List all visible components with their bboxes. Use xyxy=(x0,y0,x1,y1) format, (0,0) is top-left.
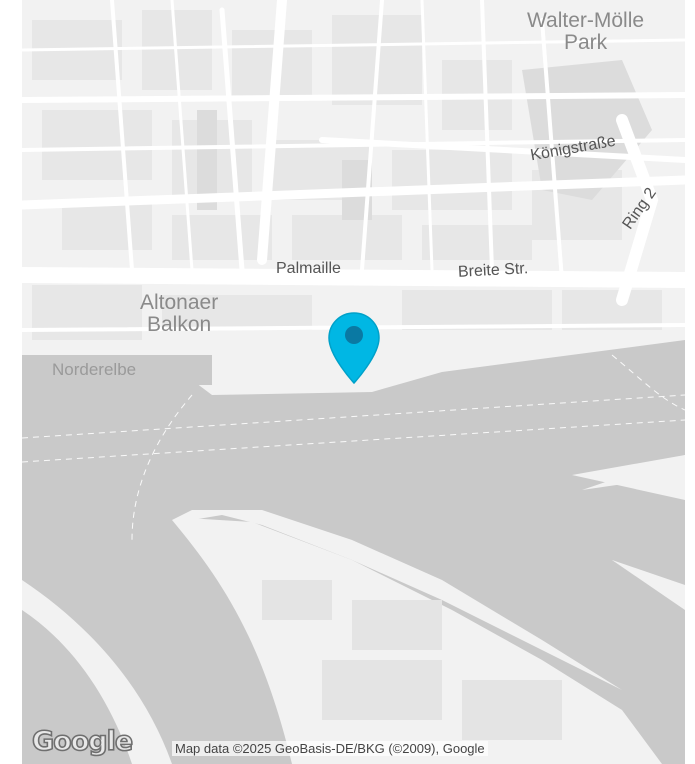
norderelbe-label: Norderelbe xyxy=(52,360,137,379)
location-marker-icon[interactable] xyxy=(327,311,381,387)
altonaer-balkon-label: Altonaer Balkon xyxy=(140,292,218,336)
map-attribution[interactable]: Map data ©2025 GeoBasis-DE/BKG (©2009), … xyxy=(172,741,488,756)
map-canvas[interactable]: Walter-Mölle Park Königstraße Ring 2 Pal… xyxy=(22,0,685,764)
park-label-line1: Walter-Mölle xyxy=(527,9,645,32)
google-logo[interactable]: Google xyxy=(31,725,134,758)
park-label-line2: Park xyxy=(563,31,608,54)
palmaille-label: Palmaille xyxy=(276,260,341,277)
altonaer-label-line1: Altonaer xyxy=(140,291,219,314)
breite-str-label: Breite Str. xyxy=(457,260,529,281)
altonaer-label-line2: Balkon xyxy=(147,313,212,336)
park-label: Walter-Mölle Park xyxy=(527,10,644,54)
